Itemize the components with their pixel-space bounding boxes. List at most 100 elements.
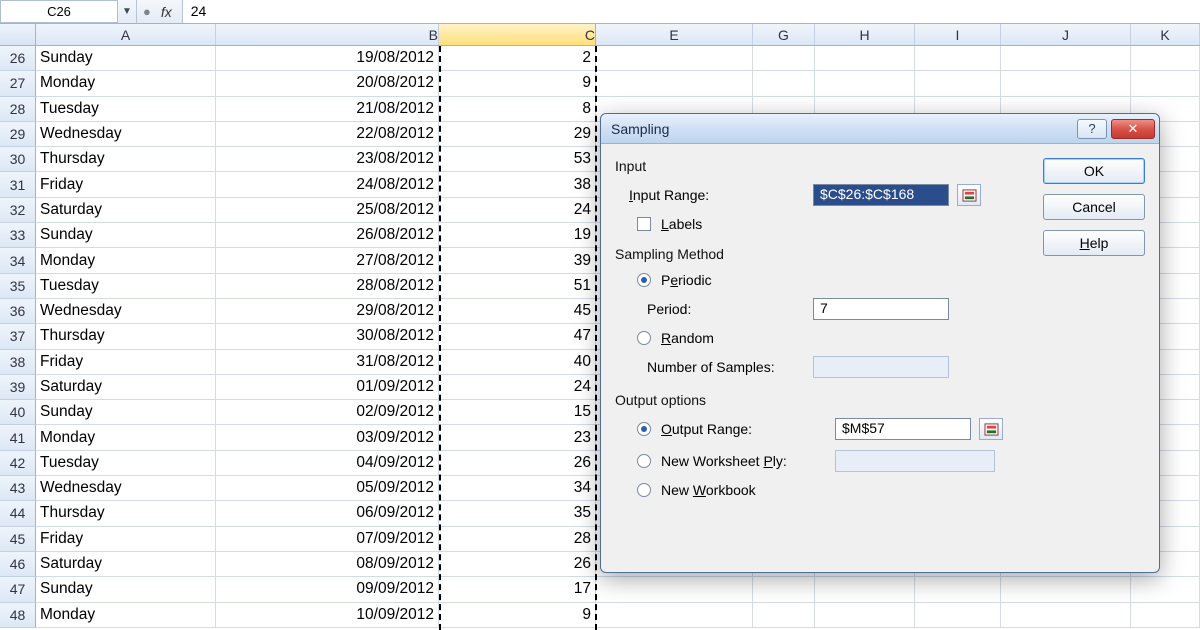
help-button[interactable]: Help xyxy=(1043,230,1145,256)
cell-A28[interactable]: Tuesday xyxy=(36,97,216,122)
row-header-39[interactable]: 39 xyxy=(0,375,36,400)
cell-A29[interactable]: Wednesday xyxy=(36,122,216,147)
input-range-picker[interactable] xyxy=(957,184,981,206)
cell-K26[interactable] xyxy=(1131,46,1200,71)
cell-B40[interactable]: 02/09/2012 xyxy=(216,400,439,425)
cell-A34[interactable]: Monday xyxy=(36,248,216,273)
cell-C47[interactable]: 17 xyxy=(439,577,596,602)
cell-A45[interactable]: Friday xyxy=(36,527,216,552)
cell-A39[interactable]: Saturday xyxy=(36,375,216,400)
cell-G27[interactable] xyxy=(753,71,815,96)
cell-A46[interactable]: Saturday xyxy=(36,552,216,577)
row-header-33[interactable]: 33 xyxy=(0,223,36,248)
cell-J48[interactable] xyxy=(1001,603,1131,628)
new-ws-ply-radio[interactable] xyxy=(637,454,651,468)
row-header-36[interactable]: 36 xyxy=(0,299,36,324)
cell-E48[interactable] xyxy=(596,603,753,628)
cell-B48[interactable]: 10/09/2012 xyxy=(216,603,439,628)
row-header-48[interactable]: 48 xyxy=(0,603,36,628)
cell-C30[interactable]: 53 xyxy=(439,147,596,172)
cell-B37[interactable]: 30/08/2012 xyxy=(216,324,439,349)
cell-C38[interactable]: 40 xyxy=(439,350,596,375)
cancel-formula-icon[interactable]: ● xyxy=(143,4,151,19)
row-header-46[interactable]: 46 xyxy=(0,552,36,577)
cell-B41[interactable]: 03/09/2012 xyxy=(216,425,439,450)
cell-K47[interactable] xyxy=(1131,577,1200,602)
row-header-34[interactable]: 34 xyxy=(0,248,36,273)
cell-B36[interactable]: 29/08/2012 xyxy=(216,299,439,324)
cell-H27[interactable] xyxy=(815,71,915,96)
cell-J27[interactable] xyxy=(1001,71,1131,96)
cell-A48[interactable]: Monday xyxy=(36,603,216,628)
cell-A32[interactable]: Saturday xyxy=(36,198,216,223)
cell-J26[interactable] xyxy=(1001,46,1131,71)
cell-C44[interactable]: 35 xyxy=(439,501,596,526)
cell-H48[interactable] xyxy=(815,603,915,628)
cell-C39[interactable]: 24 xyxy=(439,375,596,400)
column-header-E[interactable]: E xyxy=(596,24,753,45)
column-header-C[interactable]: C xyxy=(439,24,596,45)
cell-A36[interactable]: Wednesday xyxy=(36,299,216,324)
row-header-38[interactable]: 38 xyxy=(0,350,36,375)
input-range-field[interactable]: $C$26:$C$168 xyxy=(813,184,949,206)
row-header-44[interactable]: 44 xyxy=(0,501,36,526)
cell-C29[interactable]: 29 xyxy=(439,122,596,147)
num-samples-field[interactable] xyxy=(813,356,949,378)
cell-G48[interactable] xyxy=(753,603,815,628)
periodic-radio[interactable] xyxy=(637,273,651,287)
cell-G47[interactable] xyxy=(753,577,815,602)
cell-I26[interactable] xyxy=(915,46,1001,71)
row-header-32[interactable]: 32 xyxy=(0,198,36,223)
cell-K48[interactable] xyxy=(1131,603,1200,628)
fx-button[interactable]: fx xyxy=(157,4,176,20)
cell-H26[interactable] xyxy=(815,46,915,71)
row-header-30[interactable]: 30 xyxy=(0,147,36,172)
cell-C36[interactable]: 45 xyxy=(439,299,596,324)
dialog-close-button[interactable]: ✕ xyxy=(1111,119,1155,139)
cell-B26[interactable]: 19/08/2012 xyxy=(216,46,439,71)
cell-C28[interactable]: 8 xyxy=(439,97,596,122)
cell-B42[interactable]: 04/09/2012 xyxy=(216,451,439,476)
cell-J47[interactable] xyxy=(1001,577,1131,602)
period-field[interactable]: 7 xyxy=(813,298,949,320)
row-header-40[interactable]: 40 xyxy=(0,400,36,425)
output-range-field[interactable]: $M$57 xyxy=(835,418,971,440)
row-header-43[interactable]: 43 xyxy=(0,476,36,501)
cell-C33[interactable]: 19 xyxy=(439,223,596,248)
cell-A26[interactable]: Sunday xyxy=(36,46,216,71)
cell-A35[interactable]: Tuesday xyxy=(36,274,216,299)
cell-G26[interactable] xyxy=(753,46,815,71)
cell-A43[interactable]: Wednesday xyxy=(36,476,216,501)
select-all-corner[interactable] xyxy=(0,24,36,45)
cell-B30[interactable]: 23/08/2012 xyxy=(216,147,439,172)
cell-A37[interactable]: Thursday xyxy=(36,324,216,349)
dialog-help-button[interactable]: ? xyxy=(1077,119,1107,139)
cell-B33[interactable]: 26/08/2012 xyxy=(216,223,439,248)
cell-B27[interactable]: 20/08/2012 xyxy=(216,71,439,96)
cell-B38[interactable]: 31/08/2012 xyxy=(216,350,439,375)
output-range-radio[interactable] xyxy=(637,422,651,436)
cell-B35[interactable]: 28/08/2012 xyxy=(216,274,439,299)
cell-B46[interactable]: 08/09/2012 xyxy=(216,552,439,577)
row-header-31[interactable]: 31 xyxy=(0,172,36,197)
cell-C40[interactable]: 15 xyxy=(439,400,596,425)
cell-A44[interactable]: Thursday xyxy=(36,501,216,526)
cell-C26[interactable]: 2 xyxy=(439,46,596,71)
cell-C45[interactable]: 28 xyxy=(439,527,596,552)
row-header-27[interactable]: 27 xyxy=(0,71,36,96)
row-header-47[interactable]: 47 xyxy=(0,577,36,602)
cell-K27[interactable] xyxy=(1131,71,1200,96)
column-header-J[interactable]: J xyxy=(1001,24,1131,45)
cell-C42[interactable]: 26 xyxy=(439,451,596,476)
cell-A47[interactable]: Sunday xyxy=(36,577,216,602)
cell-B43[interactable]: 05/09/2012 xyxy=(216,476,439,501)
cell-C31[interactable]: 38 xyxy=(439,172,596,197)
random-radio[interactable] xyxy=(637,331,651,345)
labels-checkbox[interactable] xyxy=(637,217,651,231)
new-ws-ply-field[interactable] xyxy=(835,450,995,472)
row-header-29[interactable]: 29 xyxy=(0,122,36,147)
cell-C46[interactable]: 26 xyxy=(439,552,596,577)
cell-E47[interactable] xyxy=(596,577,753,602)
row-header-28[interactable]: 28 xyxy=(0,97,36,122)
cell-I48[interactable] xyxy=(915,603,1001,628)
